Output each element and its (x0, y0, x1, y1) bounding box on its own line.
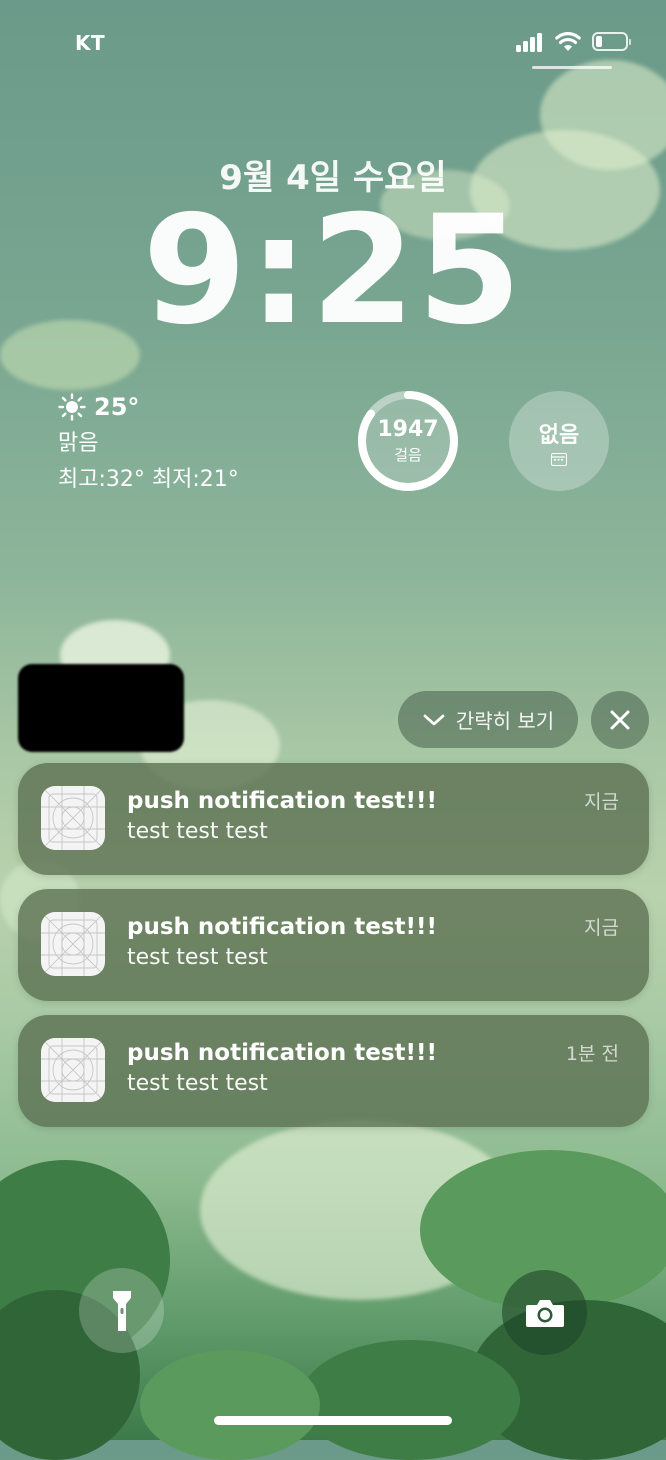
notification-time: 1분 전 (565, 1043, 619, 1065)
calendar-icon (551, 452, 567, 466)
chevron-down-icon (423, 714, 445, 725)
collapse-label: 간략히 보기 (455, 709, 555, 733)
notification-card[interactable]: push notification test!!! test test test… (18, 1015, 649, 1127)
weather-condition: 맑음 (58, 431, 99, 456)
notification-body: test test test (127, 819, 268, 844)
camera-button[interactable] (502, 1270, 587, 1355)
calendar-widget[interactable]: 없음 (509, 391, 609, 491)
app-placeholder-icon (41, 786, 105, 850)
steps-label: 걸음 (394, 446, 422, 464)
weather-widget[interactable]: 25° 맑음 최고:32° 최저:21° (58, 393, 239, 493)
calendar-events-text: 없음 (538, 422, 580, 448)
notification-time: 지금 (584, 917, 619, 939)
notification-card[interactable]: push notification test!!! test test test… (18, 889, 649, 1001)
notification-time: 지금 (584, 791, 619, 813)
clear-notifications-button[interactable] (591, 691, 649, 749)
steps-count: 1947 (377, 417, 439, 442)
close-icon (610, 710, 630, 730)
battery-icon (592, 32, 631, 51)
home-indicator[interactable] (214, 1416, 452, 1425)
flashlight-button[interactable] (79, 1268, 164, 1353)
flashlight-icon (112, 1290, 131, 1331)
notification-title: push notification test!!! (127, 914, 437, 940)
camera-icon (525, 1299, 564, 1327)
signal-icon (516, 32, 546, 52)
notification-title: push notification test!!! (127, 788, 437, 814)
redacted-region (18, 664, 184, 752)
notification-card[interactable]: push notification test!!! test test test… (18, 763, 649, 875)
collapse-notifications-button[interactable]: 간략히 보기 (398, 691, 578, 748)
app-placeholder-icon (41, 912, 105, 976)
status-indicator (532, 66, 612, 69)
weather-range: 최고:32° 최저:21° (58, 467, 239, 492)
carrier-name: KT (75, 31, 106, 55)
notification-body: test test test (127, 1071, 268, 1096)
lock-screen-clock: 9:25 (142, 184, 524, 358)
sun-icon (58, 393, 86, 421)
weather-temperature: 25° (94, 393, 140, 421)
wifi-icon (555, 32, 581, 51)
notification-body: test test test (127, 945, 268, 970)
notification-title: push notification test!!! (127, 1040, 437, 1066)
app-placeholder-icon (41, 1038, 105, 1102)
steps-widget[interactable]: 1947 걸음 (358, 391, 458, 491)
